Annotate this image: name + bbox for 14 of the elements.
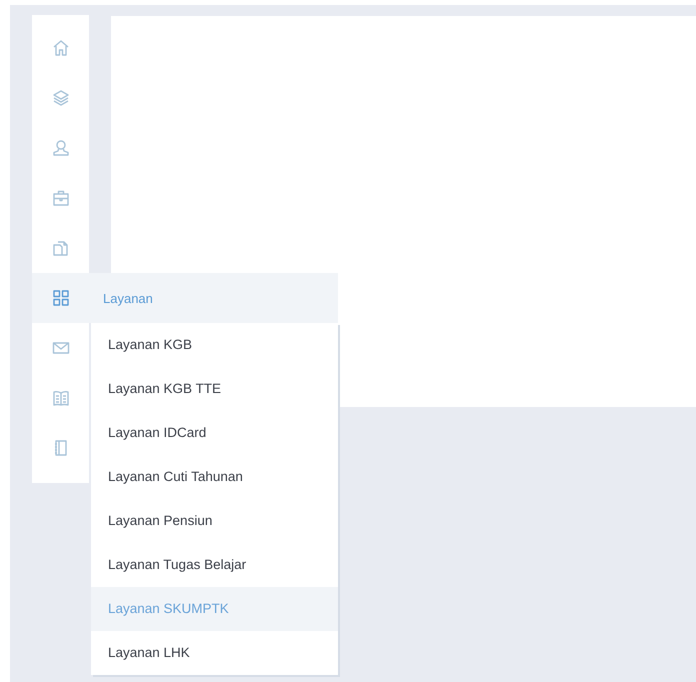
submenu-item[interactable]: Layanan Cuti Tahunan: [91, 455, 338, 499]
menu-title: Layanan: [103, 290, 153, 306]
layers-icon: [50, 88, 70, 108]
submenu-item[interactable]: Layanan Tugas Belajar: [91, 543, 338, 587]
briefcase-icon: [50, 188, 70, 208]
submenu-item[interactable]: Layanan KGB TTE: [91, 367, 338, 411]
submenu-item[interactable]: Layanan LHK: [91, 631, 338, 675]
submenu-item[interactable]: Layanan IDCard: [91, 411, 338, 455]
book-icon: [50, 388, 70, 408]
sidebar-item[interactable]: [32, 273, 89, 323]
submenu-item[interactable]: Layanan KGB: [91, 323, 338, 367]
grid-icon: [50, 288, 70, 308]
user-icon: [50, 138, 70, 158]
submenu-item[interactable]: Layanan Pensiun: [91, 499, 338, 543]
